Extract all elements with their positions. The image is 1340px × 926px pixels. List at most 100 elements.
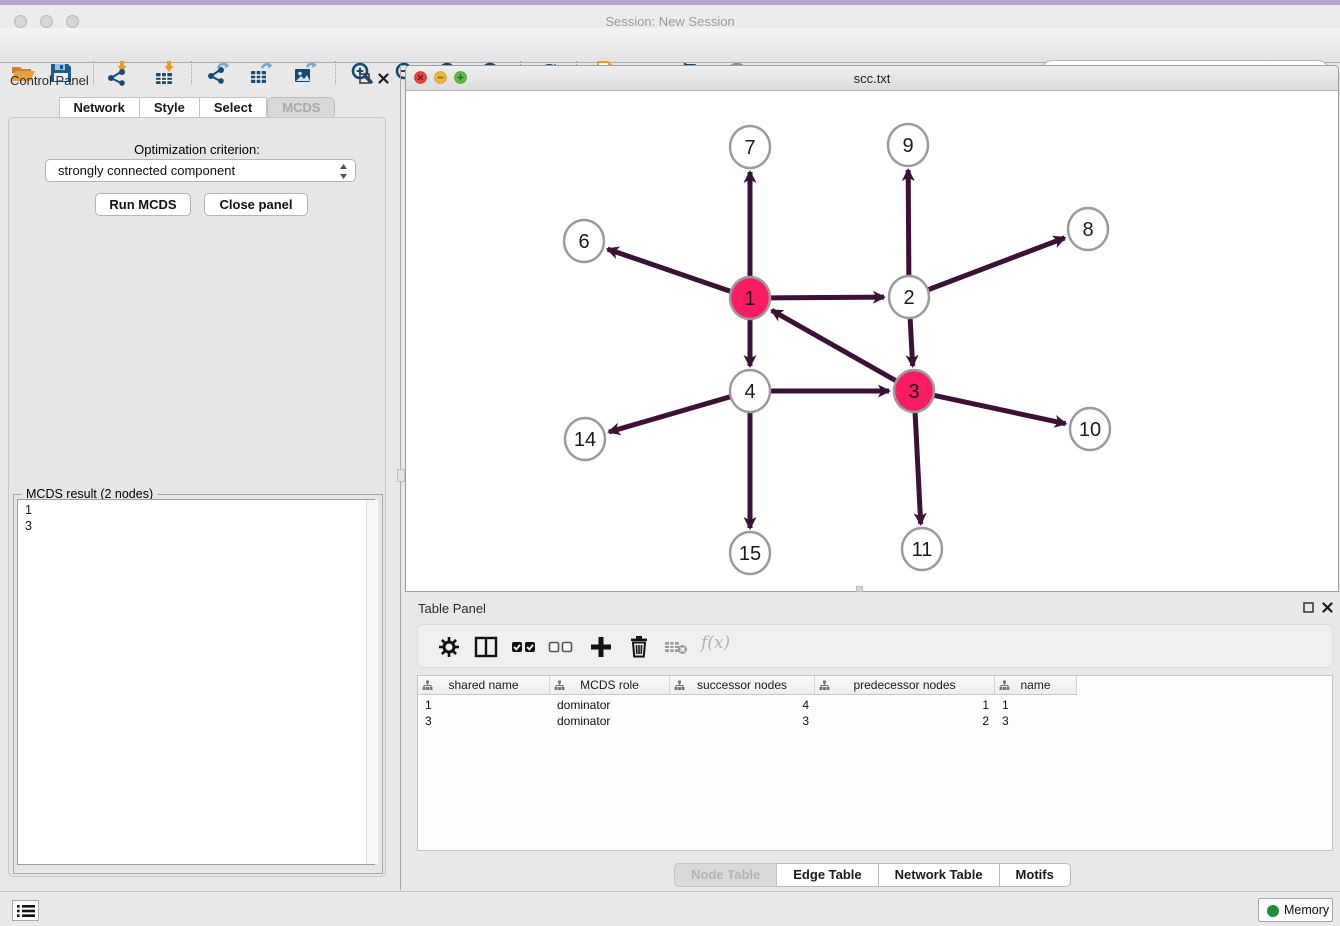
delete-column-icon[interactable] [626,634,652,660]
node-table[interactable]: shared nameMCDS rolesuccessor nodesprede… [417,675,1333,851]
tab-style[interactable]: Style [140,97,200,119]
delete-table-icon[interactable] [663,634,689,660]
cell-name[interactable]: 3 [995,714,1077,729]
graph-edge-1-6[interactable] [608,249,732,292]
graph-edge-4-14[interactable] [609,396,732,432]
split-divider-handle[interactable] [397,469,405,482]
cell-successor-nodes[interactable]: 4 [670,698,815,713]
svg-text:4: 4 [744,381,755,403]
svg-text:14: 14 [574,429,596,451]
svg-text:6: 6 [578,231,589,253]
cell-shared-name[interactable]: 1 [418,698,550,713]
tab-network-table[interactable]: Network Table [879,863,1000,887]
svg-text:1: 1 [744,288,755,310]
optimization-criterion-select[interactable]: strongly connected component [45,159,356,182]
cell-predecessor-nodes[interactable]: 1 [815,698,995,713]
close-panel-button[interactable]: Close panel [204,193,308,216]
unselect-all-icon[interactable] [548,634,574,660]
svg-text:8: 8 [1082,219,1093,241]
mcds-result-scrollbar[interactable] [366,500,378,864]
status-bar: Memory [0,891,1340,926]
run-mcds-button[interactable]: Run MCDS [95,193,191,216]
main-toolbar [0,28,1340,63]
tab-motifs[interactable]: Motifs [1000,863,1071,887]
graph-node-9[interactable]: 9 [888,124,928,166]
tab-select[interactable]: Select [200,97,267,119]
cell-MCDS-role[interactable]: dominator [550,698,670,713]
mcds-result-text[interactable]: 1 3 [17,499,375,865]
tab-edge-table[interactable]: Edge Table [777,863,878,887]
settings-gear-icon[interactable] [436,634,462,660]
flat-list-icon [819,680,830,691]
svg-text:7: 7 [744,137,755,159]
close-table-panel-icon[interactable] [1322,602,1333,613]
graph-node-8[interactable]: 8 [1068,208,1108,250]
cell-shared-name[interactable]: 3 [418,714,550,729]
app-titlebar: Session: New Session [0,5,1340,28]
graph-edge-2-8[interactable] [927,238,1065,290]
graph-node-6[interactable]: 6 [564,220,604,262]
add-column-icon[interactable] [588,634,614,660]
canvas-resize-handle[interactable] [856,586,863,592]
select-all-icon[interactable] [511,634,537,660]
tab-mcds[interactable]: MCDS [267,97,335,119]
control-panel: Control Panel NetworkStyleSelectMCDS Opt… [0,65,394,878]
table-panel: Table Panel [405,595,1340,890]
graph-edge-2-3[interactable] [910,316,913,366]
memory-button[interactable]: Memory [1258,898,1333,922]
float-table-panel-icon[interactable] [1303,602,1314,613]
svg-text:15: 15 [739,543,761,565]
column-header-successor-nodes[interactable]: successor nodes [670,676,815,695]
function-builder-icon[interactable]: f(x) [701,633,730,653]
graph-node-3[interactable]: 3 [894,370,934,412]
table-row[interactable]: 3dominator323 [418,714,1077,729]
graph-edge-3-11[interactable] [915,410,921,524]
column-header-MCDS-role[interactable]: MCDS role [550,676,670,695]
cell-MCDS-role[interactable]: dominator [550,714,670,729]
mcds-result-group: MCDS result (2 nodes) 1 3 [13,494,383,874]
close-panel-icon[interactable] [378,73,389,84]
graph-node-2[interactable]: 2 [889,276,929,318]
network-window-titlebar: scc.txt [406,66,1338,91]
select-stepper-icon [339,164,348,179]
mcds-tab-content: Optimization criterion: strongly connect… [8,117,386,877]
list-icon [17,904,35,918]
tab-node-table[interactable]: Node Table [674,863,777,887]
table-panel-tabs: Node TableEdge TableNetwork TableMotifs [405,863,1340,887]
svg-text:3: 3 [908,381,919,403]
svg-text:10: 10 [1079,419,1101,441]
column-header-predecessor-nodes[interactable]: predecessor nodes [815,676,995,695]
svg-text:9: 9 [902,135,913,157]
graph-node-7[interactable]: 7 [730,126,770,168]
network-canvas[interactable]: 1 2 3 4 6 7 8 9 10 11 14 15 [406,90,1338,591]
graph-edge-1-2[interactable] [769,297,884,298]
svg-text:11: 11 [912,539,933,561]
table-header-row: shared nameMCDS rolesuccessor nodesprede… [418,676,1077,695]
graph-node-4[interactable]: 4 [730,370,770,412]
table-toolbar: f(x) [417,624,1333,668]
graph-edge-3-10[interactable] [933,395,1066,424]
task-history-button[interactable] [12,900,39,921]
graph-node-14[interactable]: 14 [565,418,605,460]
graph-edge-2-9[interactable] [908,170,909,278]
graph-edge-3-1[interactable] [772,310,898,381]
flat-list-icon [554,680,565,691]
cell-predecessor-nodes[interactable]: 2 [815,714,995,729]
column-header-name[interactable]: name [995,676,1077,695]
tab-network[interactable]: Network [59,97,140,119]
graph-node-10[interactable]: 10 [1070,408,1110,450]
optimization-criterion-label: Optimization criterion: [9,142,385,157]
column-header-shared-name[interactable]: shared name [418,676,550,695]
svg-text:2: 2 [903,287,914,309]
cell-successor-nodes[interactable]: 3 [670,714,815,729]
float-panel-icon[interactable] [359,73,370,84]
flat-list-icon [422,680,433,691]
graph-node-15[interactable]: 15 [730,532,770,574]
network-window-title: scc.txt [406,71,1338,86]
optimization-criterion-value: strongly connected component [58,163,235,178]
column-panel-icon[interactable] [473,634,499,660]
cell-name[interactable]: 1 [995,698,1077,713]
graph-node-1[interactable]: 1 [730,277,770,319]
graph-node-11[interactable]: 11 [902,528,942,570]
table-row[interactable]: 1dominator411 [418,698,1077,713]
